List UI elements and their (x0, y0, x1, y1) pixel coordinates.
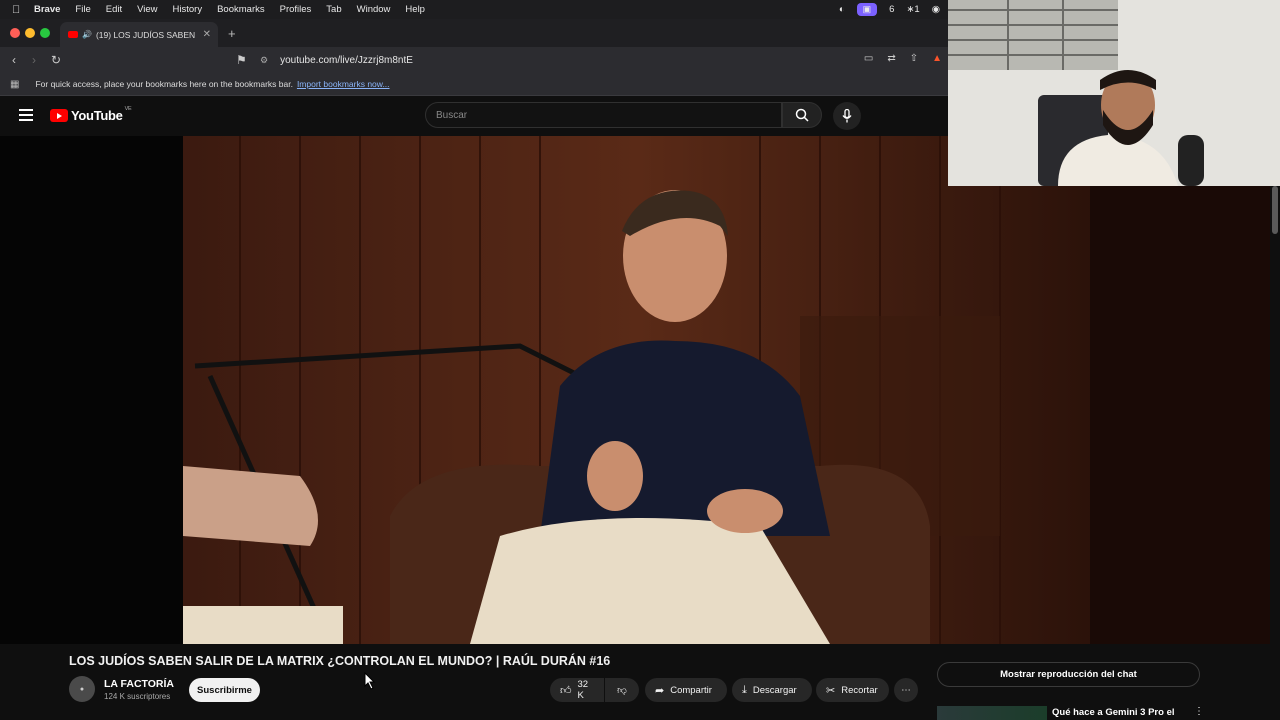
thumbs-up-icon: 👍︎ (560, 684, 572, 697)
youtube-favicon-icon (68, 31, 78, 38)
recommended-title[interactable]: Qué hace a Gemini 3 Pro el (1052, 707, 1175, 718)
subscriber-count: 124 K suscriptores (104, 692, 171, 701)
cast-icon[interactable]: ▭ (864, 53, 873, 64)
menu-edit[interactable]: Edit (106, 4, 122, 15)
share-icon[interactable]: ⇧ (910, 53, 918, 64)
subscribe-button[interactable]: Suscribirme (189, 678, 260, 702)
menu-window[interactable]: Window (357, 4, 391, 15)
status-circle-icon[interactable]: ◐ (839, 4, 845, 15)
recommended-thumbnail[interactable] (937, 706, 1047, 720)
apps-grid-icon[interactable]: ▦ (10, 79, 19, 90)
share-label: Compartir (670, 684, 712, 696)
apple-icon[interactable]:  (12, 4, 26, 16)
address-toolbar: ‹ › ↻ ⚑ ⚙ youtube.com/live/Jzzrj8m8ntE ▭… (0, 47, 948, 73)
bookmarks-bar: ▦ For quick access, place your bookmarks… (0, 73, 948, 96)
download-label: Descargar (752, 684, 797, 696)
video-player[interactable] (0, 136, 1270, 644)
minimize-window-button[interactable] (25, 28, 35, 38)
bookmarks-hint: For quick access, place your bookmarks h… (35, 79, 293, 89)
webcam-overlay (948, 0, 1280, 186)
like-count: 32 K (577, 679, 589, 701)
video-title: LOS JUDÍOS SABEN SALIR DE LA MATRIX ¿CON… (69, 654, 611, 668)
close-window-button[interactable] (10, 28, 20, 38)
speaker-icon[interactable]: 🔊 (82, 30, 92, 39)
search-input[interactable]: Buscar (425, 102, 782, 128)
reload-icon[interactable]: ↻ (51, 53, 61, 67)
address-bar-actions: ▭ ⇄ ⇧ ▲ (864, 53, 942, 64)
menubar-status: ◐ ▣ 6 ∗1 ◉ (839, 3, 940, 16)
translate-icon[interactable]: ⇄ (887, 53, 895, 64)
search-icon (795, 108, 809, 122)
search-placeholder: Buscar (436, 109, 468, 121)
mouse-cursor-icon (364, 672, 376, 690)
voice-search-button[interactable] (833, 102, 861, 130)
thumbs-down-icon: 👎︎ (617, 685, 627, 696)
bookmark-icon[interactable]: ⚑ (236, 53, 247, 67)
url-field[interactable]: ⚙ youtube.com/live/Jzzrj8m8ntE (260, 51, 940, 69)
menu-file[interactable]: File (75, 4, 90, 15)
status-shield-icon[interactable]: ◉ (932, 4, 940, 15)
clip-label: Recortar (841, 684, 878, 696)
site-settings-icon[interactable]: ⚙ (260, 55, 268, 66)
menu-view[interactable]: View (137, 4, 157, 15)
youtube-logo[interactable]: YouTube VE (50, 105, 132, 123)
menu-tab[interactable]: Tab (326, 4, 341, 15)
browser-tabbar: 🔊 (19) LOS JUDÍOS SABEN SÁ ✕ + (0, 19, 948, 47)
channel-avatar[interactable]: ● (69, 676, 95, 702)
channel-name[interactable]: LA FACTORÍA (104, 678, 174, 690)
status-count[interactable]: 6 (889, 4, 894, 15)
menu-hamburger-icon[interactable] (19, 109, 33, 124)
video-frame (0, 136, 1270, 644)
download-button[interactable]: ⤓ Descargar (732, 678, 812, 702)
menu-help[interactable]: Help (405, 4, 425, 15)
close-tab-icon[interactable]: ✕ (203, 29, 211, 40)
tab-title: (19) LOS JUDÍOS SABEN SÁ (95, 29, 196, 40)
import-bookmarks-link[interactable]: Import bookmarks now... (297, 79, 390, 89)
more-horizontal-icon: ⋯ (901, 684, 911, 696)
page-scrollbar[interactable] (1272, 186, 1278, 234)
share-button[interactable]: ➦ Compartir (645, 678, 727, 702)
new-tab-button[interactable]: + (228, 26, 236, 41)
youtube-play-icon (50, 109, 68, 122)
back-icon[interactable]: ‹ (12, 53, 16, 67)
dislike-button[interactable]: 👎︎ (605, 678, 639, 702)
webcam-image (948, 0, 1280, 186)
youtube-header: YouTube VE Buscar (0, 96, 948, 136)
more-vertical-icon[interactable]: ⋮ (1194, 706, 1204, 717)
youtube-logo-text: YouTube (71, 108, 123, 123)
search-button[interactable] (782, 102, 822, 128)
microphone-icon (842, 109, 852, 123)
url-text: youtube.com/live/Jzzrj8m8ntE (280, 54, 413, 66)
more-actions-button[interactable]: ⋯ (894, 678, 918, 702)
browser-tab-active[interactable]: 🔊 (19) LOS JUDÍOS SABEN SÁ ✕ (60, 22, 218, 47)
show-chat-replay-button[interactable]: Mostrar reproducción del chat (937, 662, 1200, 687)
scissors-icon: ✂ (826, 684, 836, 697)
status-screen-icon[interactable]: ▣ (856, 3, 878, 16)
clip-button[interactable]: ✂ Recortar (816, 678, 889, 702)
download-icon: ⤓ (742, 683, 747, 696)
menu-bookmarks[interactable]: Bookmarks (217, 4, 265, 15)
like-button[interactable]: 👍︎ 32 K (550, 678, 604, 702)
zoom-window-button[interactable] (40, 28, 50, 38)
status-extra[interactable]: ∗1 (906, 4, 919, 15)
menu-profiles[interactable]: Profiles (280, 4, 312, 15)
menu-app-name[interactable]: Brave (34, 4, 60, 15)
brave-shields-icon[interactable]: ▲ (932, 53, 942, 64)
share-arrow-icon: ➦ (655, 684, 665, 697)
menu-history[interactable]: History (173, 4, 203, 15)
region-code: VE (124, 105, 132, 112)
forward-icon[interactable]: › (32, 53, 36, 67)
